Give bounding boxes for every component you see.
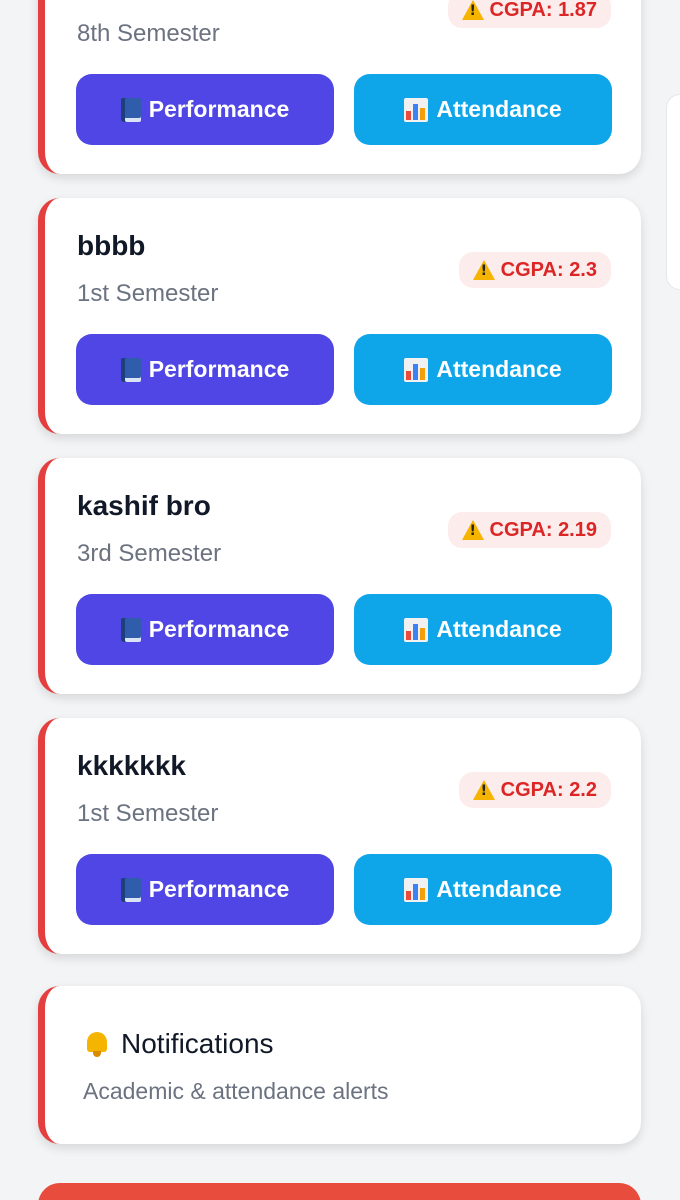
warning-icon bbox=[472, 260, 495, 280]
cgpa-badge: CGPA: 2.3 bbox=[458, 252, 611, 288]
notifications-subtitle: Academic & attendance alerts bbox=[83, 1078, 389, 1104]
student-card: kashif bro 3rd Semester CGPA: 2.19 Perfo… bbox=[38, 458, 641, 694]
performance-label: Performance bbox=[148, 616, 290, 642]
performance-button[interactable]: Performance bbox=[76, 74, 334, 145]
performance-button[interactable]: Performance bbox=[76, 334, 334, 405]
student-semester: 8th Semester bbox=[77, 20, 220, 47]
attendance-button[interactable]: Attendance bbox=[354, 854, 612, 925]
cgpa-value: CGPA: 2.2 bbox=[500, 778, 597, 801]
attendance-label: Attendance bbox=[436, 616, 562, 642]
student-name: kkkkkkk bbox=[77, 750, 187, 781]
notifications-title-row: Notifications bbox=[83, 1028, 274, 1060]
attendance-button[interactable]: Attendance bbox=[354, 334, 612, 405]
performance-button[interactable]: Performance bbox=[76, 594, 334, 665]
bar-chart-icon bbox=[404, 357, 429, 382]
attendance-label: Attendance bbox=[436, 356, 562, 382]
cgpa-value: CGPA: 2.3 bbox=[500, 258, 597, 281]
book-icon bbox=[120, 357, 141, 382]
attendance-label: Attendance bbox=[436, 96, 562, 122]
attendance-button[interactable]: Attendance bbox=[354, 594, 612, 665]
bar-chart-icon bbox=[404, 877, 429, 902]
performance-button[interactable]: Performance bbox=[76, 854, 334, 925]
book-icon bbox=[120, 617, 141, 642]
student-semester: 1st Semester bbox=[77, 800, 219, 827]
student-card: 8th Semester CGPA: 1.87 Performance Atte… bbox=[38, 0, 641, 174]
performance-label: Performance bbox=[148, 96, 290, 122]
screen: 8th Semester CGPA: 1.87 Performance Atte… bbox=[0, 0, 680, 1200]
student-name: kashif bro bbox=[77, 490, 211, 521]
bar-chart-icon bbox=[404, 97, 429, 122]
cgpa-value: CGPA: 2.19 bbox=[489, 518, 597, 541]
side-panel[interactable] bbox=[666, 94, 680, 290]
cgpa-badge: CGPA: 2.19 bbox=[447, 512, 611, 548]
book-icon bbox=[120, 877, 141, 902]
student-name: bbbb bbox=[77, 230, 146, 261]
warning-icon bbox=[461, 520, 484, 540]
student-semester: 3rd Semester bbox=[77, 540, 222, 567]
notifications-card[interactable]: Notifications Academic & attendance aler… bbox=[38, 986, 641, 1144]
student-card: kkkkkkk 1st Semester CGPA: 2.2 Performan… bbox=[38, 718, 641, 954]
cgpa-badge: CGPA: 1.87 bbox=[447, 0, 611, 28]
attendance-label: Attendance bbox=[436, 876, 562, 902]
bar-chart-icon bbox=[404, 617, 429, 642]
warning-icon bbox=[461, 0, 484, 20]
cgpa-badge: CGPA: 2.2 bbox=[458, 772, 611, 808]
cgpa-value: CGPA: 1.87 bbox=[489, 0, 597, 21]
student-semester: 1st Semester bbox=[77, 280, 219, 307]
student-card: bbbb 1st Semester CGPA: 2.3 Performance … bbox=[38, 198, 641, 434]
warning-icon bbox=[472, 780, 495, 800]
performance-label: Performance bbox=[148, 356, 290, 382]
bottom-action-button[interactable] bbox=[38, 1183, 641, 1200]
attendance-button[interactable]: Attendance bbox=[354, 74, 612, 145]
performance-label: Performance bbox=[148, 876, 290, 902]
bell-icon bbox=[83, 1030, 111, 1058]
book-icon bbox=[120, 97, 141, 122]
notifications-title: Notifications bbox=[121, 1028, 274, 1059]
